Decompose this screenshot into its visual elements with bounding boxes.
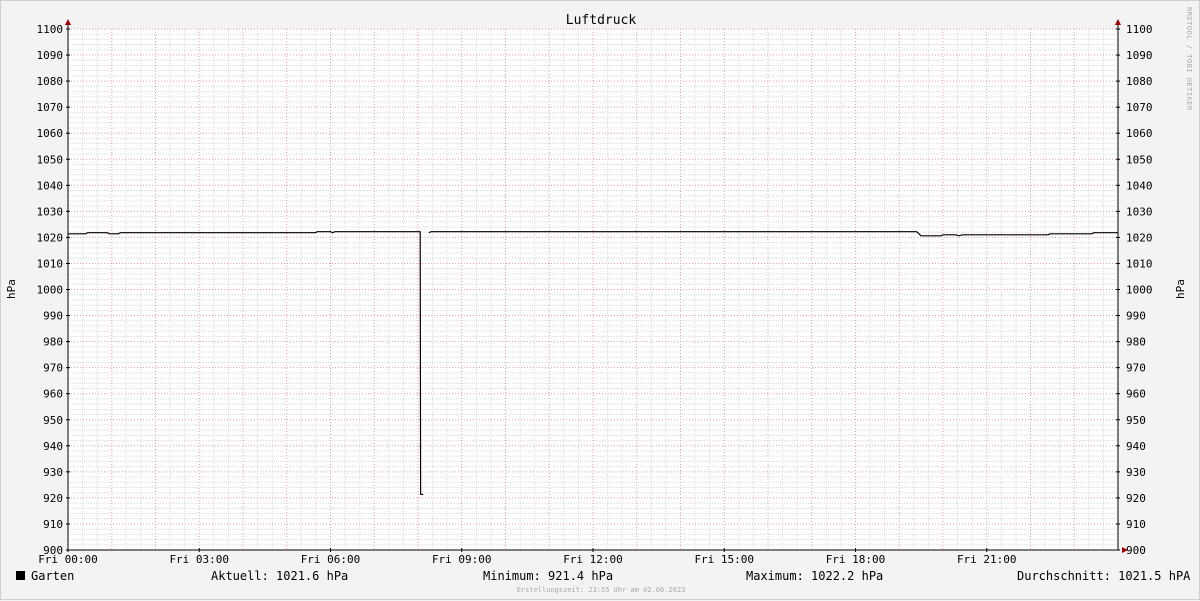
y-axis-arrow-right xyxy=(1115,19,1121,25)
y-tick-label-right: 990 xyxy=(1126,310,1146,323)
y-tick-label-right: 1030 xyxy=(1126,205,1153,218)
y-tick-label-right: 980 xyxy=(1126,336,1146,349)
y-tick-label-right: 1000 xyxy=(1126,284,1153,297)
x-tick-label: Fri 09:00 xyxy=(432,553,492,566)
x-tick-label: Fri 21:00 xyxy=(957,553,1017,566)
x-tick-label: Fri 06:00 xyxy=(301,553,361,566)
y-axis-arrow-left xyxy=(65,19,71,25)
y-tick-label-right: 1070 xyxy=(1126,101,1153,114)
y-tick-label-left: 990 xyxy=(43,310,63,323)
y-tick-label-right: 940 xyxy=(1126,440,1146,453)
y-tick-label-right: 970 xyxy=(1126,362,1146,375)
y-tick-label-left: 980 xyxy=(43,336,63,349)
y-tick-label-right: 910 xyxy=(1126,518,1146,531)
y-tick-label-left: 1070 xyxy=(37,101,64,114)
y-tick-label-right: 1080 xyxy=(1126,75,1153,88)
chart-frame: 900 900 910 910 920 920 930 930 940 940 950 950 960 9… xyxy=(0,0,1200,600)
y-tick-label-left: 930 xyxy=(43,466,63,479)
y-tick-label-right: 1010 xyxy=(1126,257,1153,270)
y-tick-label-right: 1020 xyxy=(1126,231,1153,244)
y-tick-label-left: 1030 xyxy=(37,205,64,218)
y-tick-label-left: 1080 xyxy=(37,75,64,88)
y-tick-label-left: 970 xyxy=(43,362,63,375)
y-tick-label-right: 900 xyxy=(1126,544,1146,557)
y-tick-label-left: 1050 xyxy=(37,153,64,166)
y-axis-label-right: hPa xyxy=(1174,279,1187,299)
x-tick-label: Fri 03:00 xyxy=(169,553,229,566)
y-tick-label-left: 1040 xyxy=(37,179,64,192)
x-tick-label: Fri 12:00 xyxy=(563,553,623,566)
y-tick-label-left: 910 xyxy=(43,518,63,531)
chart-title: Luftdruck xyxy=(566,13,637,28)
y-tick-label-left: 1020 xyxy=(37,231,64,244)
x-tick-label: Fri 18:00 xyxy=(826,553,886,566)
legend-swatch xyxy=(16,571,25,580)
y-tick-label-right: 1050 xyxy=(1126,153,1153,166)
y-axis-label-left: hPa xyxy=(5,279,18,299)
watermark: RRDTOOL / TOBI OETIKER xyxy=(1185,7,1193,111)
x-tick-label: Fri 00:00 xyxy=(38,553,98,566)
minimum-value: Minimum: 921.4 hPa xyxy=(483,569,614,583)
y-tick-label-left: 920 xyxy=(43,492,63,505)
y-tick-label-right: 1040 xyxy=(1126,179,1153,192)
y-tick-label-left: 1010 xyxy=(37,257,64,270)
y-tick-label-left: 950 xyxy=(43,414,63,427)
y-tick-label-right: 1090 xyxy=(1126,49,1153,62)
y-tick-label-left: 960 xyxy=(43,388,63,401)
y-tick-label-right: 920 xyxy=(1126,492,1146,505)
x-tick-label: Fri 15:00 xyxy=(694,553,754,566)
average-value: Durchschnitt: 1021.5 hPA xyxy=(1017,569,1191,583)
y-tick-label-left: 1060 xyxy=(37,127,64,140)
legend-label: Garten xyxy=(31,569,75,583)
maximum-value: Maximum: 1022.2 hPa xyxy=(746,569,884,583)
y-tick-label-right: 1060 xyxy=(1126,127,1153,140)
y-tick-label-right: 950 xyxy=(1126,414,1146,427)
y-tick-label-left: 1090 xyxy=(37,49,64,62)
credit-text: Erstellungszeit: 23:55 Uhr am 02.06.2023 xyxy=(516,586,686,594)
y-tick-label-left: 1000 xyxy=(37,284,64,297)
current-value: Aktuell: 1021.6 hPa xyxy=(211,569,349,583)
y-tick-label-right: 930 xyxy=(1126,466,1146,479)
chart: 900 900910 910920 920930 930940 940950 950960 9… xyxy=(5,13,1187,566)
y-tick-label-right: 1100 xyxy=(1126,23,1153,36)
y-tick-label-right: 960 xyxy=(1126,388,1146,401)
y-tick-label-left: 940 xyxy=(43,440,63,453)
y-tick-label-left: 1100 xyxy=(37,23,64,36)
